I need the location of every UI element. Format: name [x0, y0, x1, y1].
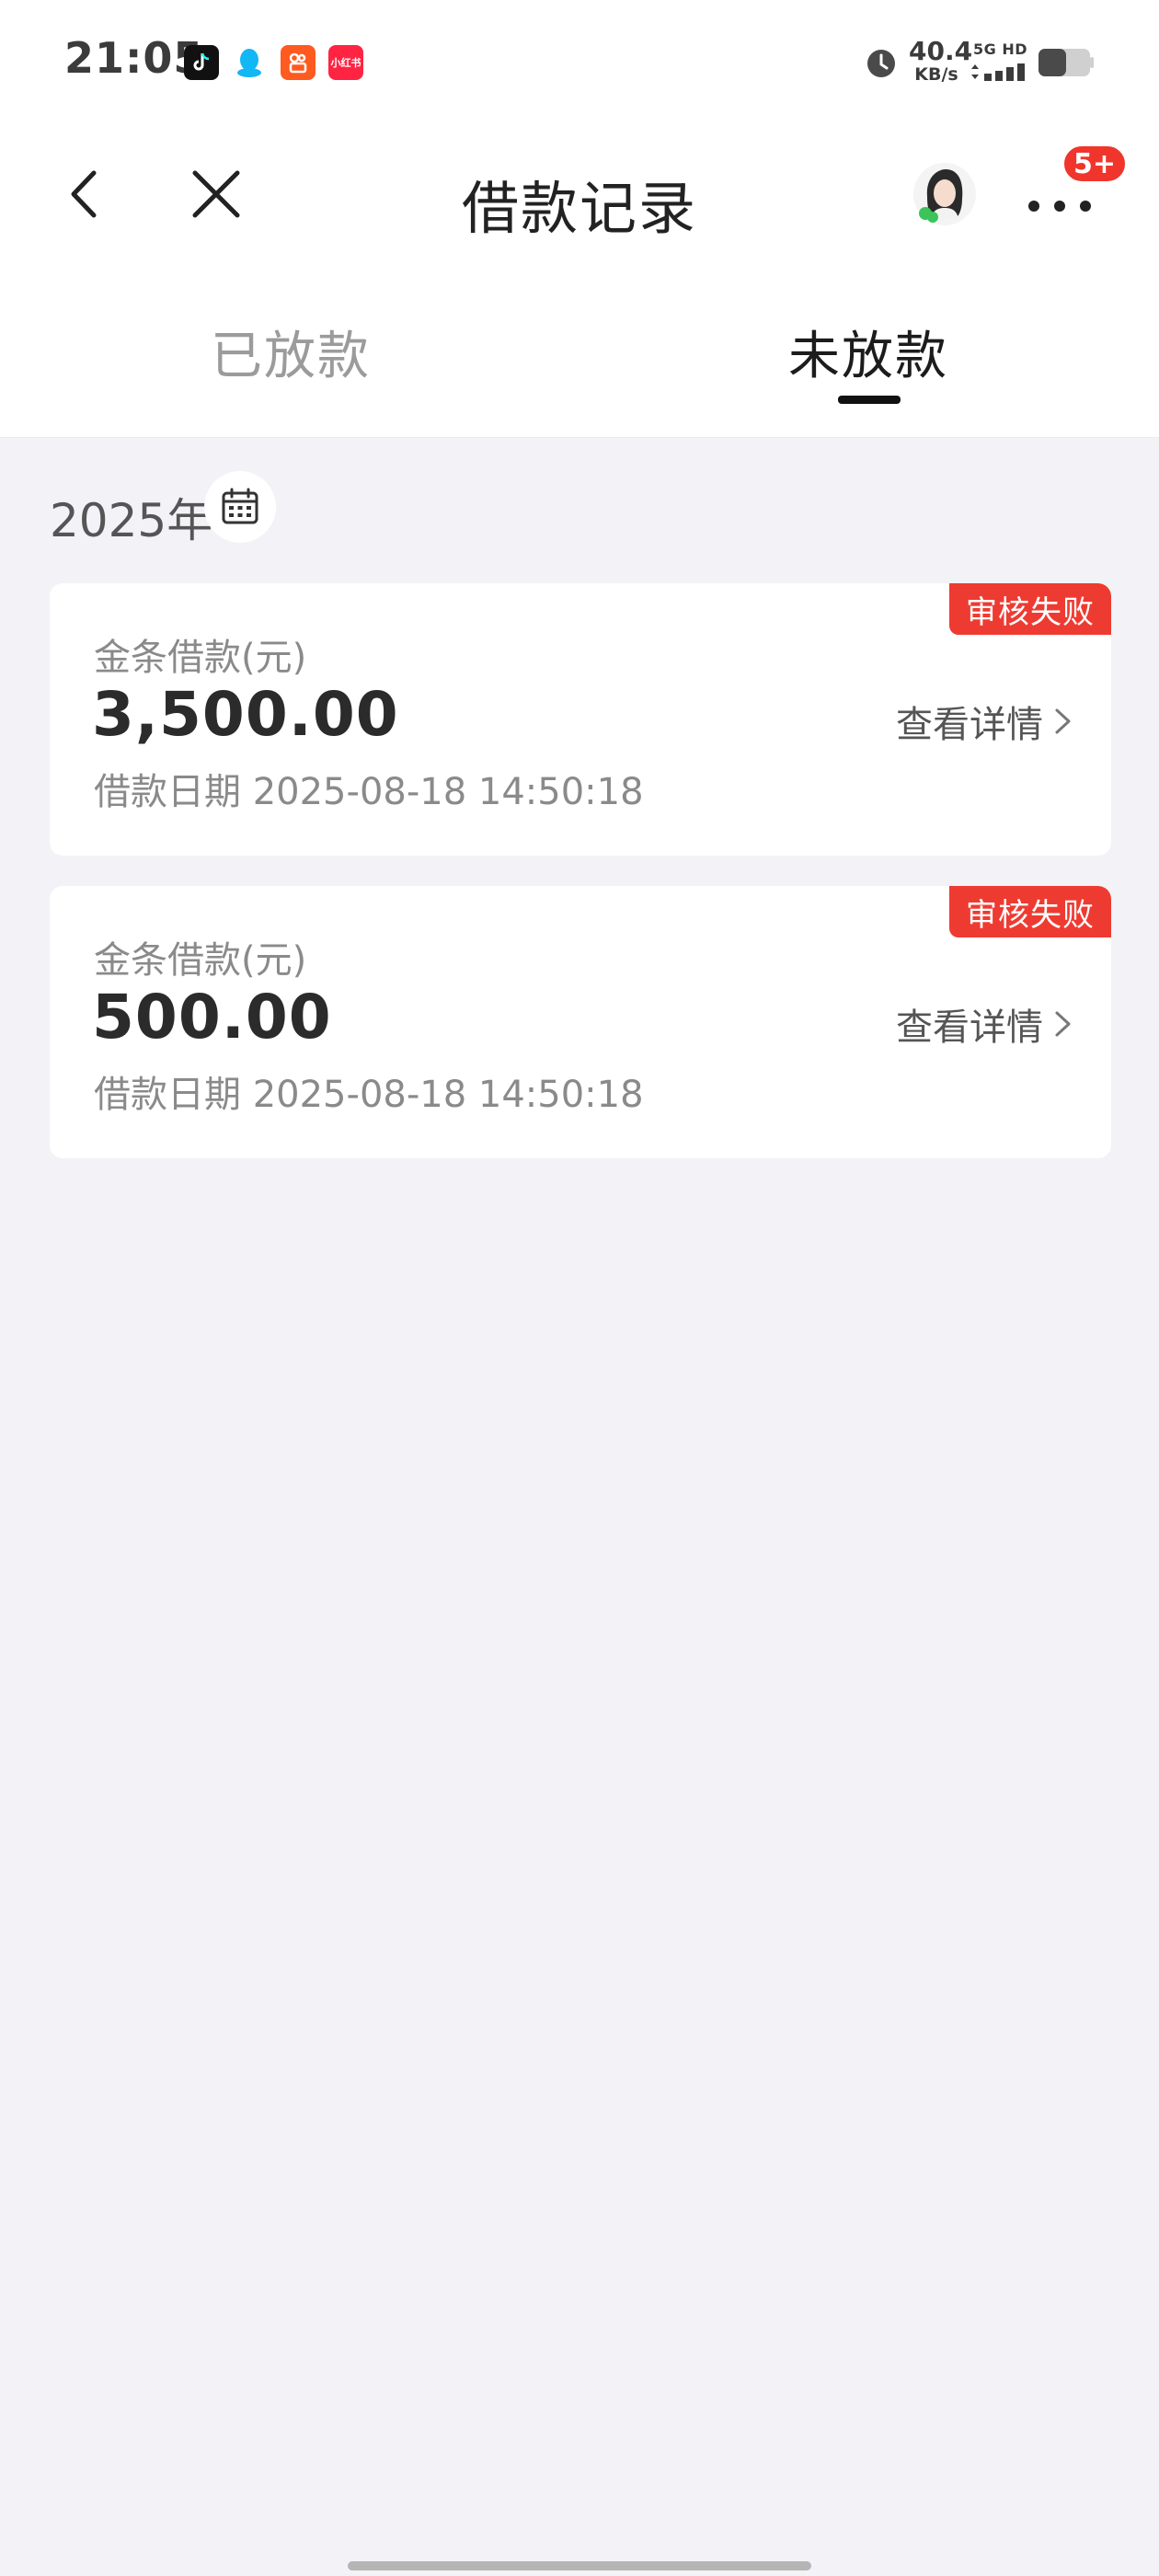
tab-not-disbursed[interactable]: 未放款	[730, 315, 1006, 389]
loan-product-label: 金条借款(元)	[94, 939, 307, 982]
back-button[interactable]	[53, 162, 118, 226]
status-bar: 21:05 小红书 40.4 KB/s 5G HD	[0, 0, 1159, 125]
signal-indicator: 5G HD	[971, 40, 1028, 83]
review-failed-tag: 审核失败	[949, 583, 1111, 635]
network-speed: 40.4 KB/s	[909, 36, 973, 85]
loan-record-card[interactable]: 审核失败 金条借款(元) 500.00 借款日期 2025-08-18 14:5…	[50, 886, 1111, 1158]
app-header: 借款记录 5+	[0, 125, 1159, 269]
year-label: 2025年	[50, 494, 213, 547]
tiktok-icon	[184, 45, 219, 80]
status-time: 21:05	[64, 33, 204, 83]
network-type-label: 5G HD	[973, 40, 1028, 58]
view-details-link[interactable]: 查看详情	[896, 998, 1074, 1050]
calendar-icon	[222, 488, 258, 524]
chevron-right-icon	[1055, 708, 1071, 734]
xiaohongshu-icon: 小红书	[328, 45, 363, 80]
loan-amount: 3,500.00	[92, 679, 399, 750]
active-tab-indicator	[838, 396, 901, 404]
tab-bar: 已放款 未放款	[0, 294, 1159, 432]
loan-date: 借款日期 2025-08-18 14:50:18	[94, 771, 644, 813]
page-title: 借款记录	[461, 175, 697, 242]
battery-icon	[1039, 49, 1094, 76]
loan-record-card[interactable]: 审核失败 金条借款(元) 3,500.00 借款日期 2025-08-18 14…	[50, 583, 1111, 856]
loan-amount: 500.00	[92, 982, 332, 1052]
kuaishou-icon	[281, 45, 316, 80]
view-details-link[interactable]: 查看详情	[896, 696, 1074, 747]
close-button[interactable]	[184, 162, 248, 226]
alarm-icon	[867, 50, 895, 77]
network-speed-value: 40.4	[909, 36, 973, 66]
view-details-label: 查看详情	[896, 1006, 1043, 1049]
loan-product-label: 金条借款(元)	[94, 637, 307, 679]
home-indicator[interactable]	[348, 2561, 811, 2570]
review-failed-tag: 审核失败	[949, 886, 1111, 937]
chevron-right-icon	[1055, 1011, 1071, 1037]
top-area: 21:05 小红书 40.4 KB/s 5G HD 借款记录 5+ 已放款 未放…	[0, 0, 1159, 438]
signal-bars-icon	[971, 63, 1025, 81]
notification-badge: 5+	[1061, 144, 1129, 184]
avatar[interactable]	[912, 162, 977, 226]
year-filter: 2025年	[50, 471, 418, 547]
calendar-button[interactable]	[204, 471, 276, 543]
qq-icon	[232, 45, 267, 80]
view-details-label: 查看详情	[896, 704, 1043, 746]
tab-disbursed[interactable]: 已放款	[153, 315, 429, 389]
network-speed-unit: KB/s	[914, 64, 958, 85]
loan-date: 借款日期 2025-08-18 14:50:18	[94, 1074, 644, 1116]
